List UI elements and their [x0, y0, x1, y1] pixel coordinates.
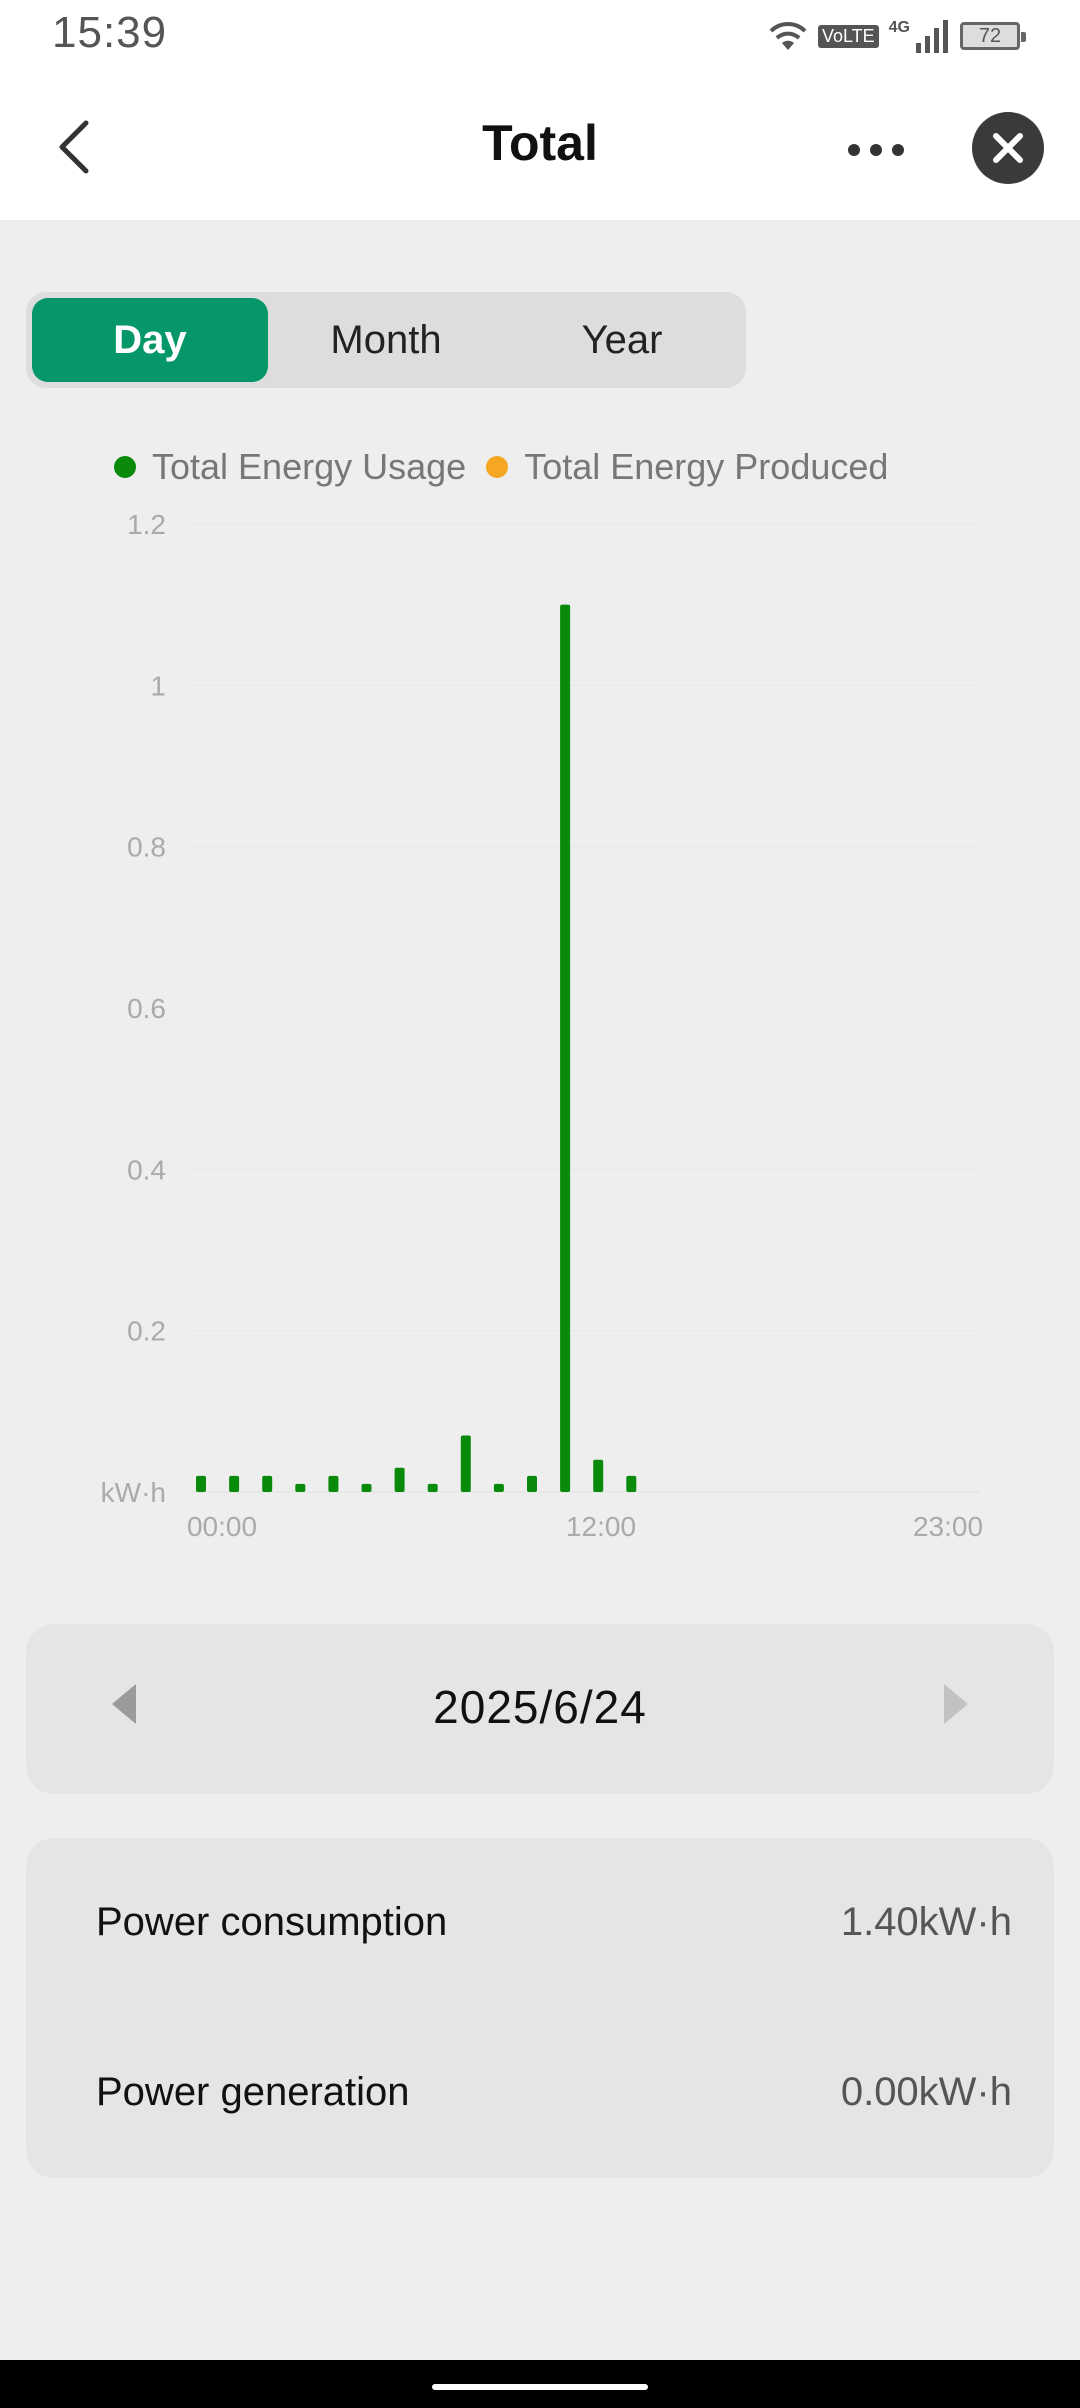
y-tick-label: 0.6 [127, 993, 166, 1024]
stat-row-generation: Power generation 0.00kW·h [96, 2052, 1012, 2132]
usage-bar [361, 1483, 372, 1492]
x-tick-label: 00:00 [187, 1511, 257, 1542]
usage-bar [229, 1475, 240, 1492]
more-dot-icon [870, 144, 882, 156]
y-unit-label: kW·h [101, 1477, 166, 1508]
usage-bar [527, 1475, 537, 1492]
tab-year[interactable]: Year [504, 298, 740, 382]
status-icons: VoLTE 4G 72 [768, 14, 1026, 58]
usage-bar [394, 1467, 405, 1492]
stat-value: 1.40kW·h [840, 1899, 1012, 1944]
energy-stats: Power consumption 1.40kW·h Power generat… [26, 1838, 1054, 2178]
battery-level: 72 [978, 24, 1002, 47]
home-handle[interactable] [432, 2384, 648, 2390]
legend-usage-label: Total Energy Usage [152, 446, 467, 487]
y-tick-label: 1 [150, 670, 166, 701]
signal-icon [916, 20, 948, 53]
usage-bar [460, 1435, 471, 1492]
usage-bar [626, 1475, 637, 1492]
more-dot-icon [892, 144, 904, 156]
legend-item-usage[interactable]: Total Energy Usage [114, 446, 466, 488]
legend-produced-label: Total Energy Produced [524, 446, 889, 487]
stat-label: Power generation [96, 2069, 410, 2114]
stat-label: Power consumption [96, 1899, 448, 1944]
next-date-button[interactable] [944, 1684, 968, 1724]
x-tick-label: 12:00 [566, 1511, 636, 1542]
y-tick-label: 0.4 [127, 1154, 166, 1185]
status-bar: 15:39 VoLTE 4G 72 [0, 0, 1080, 72]
usage-bar [560, 604, 571, 1492]
tab-day[interactable]: Day [32, 298, 268, 382]
usage-bar [262, 1475, 273, 1492]
usage-bar [295, 1483, 306, 1492]
usage-bar [493, 1483, 504, 1492]
usage-bar [328, 1475, 339, 1492]
usage-bar [196, 1475, 206, 1492]
legend-produced-dot [486, 456, 509, 478]
legend-item-produced[interactable]: Total Energy Produced [486, 446, 888, 488]
y-tick-label: 0.8 [127, 832, 166, 863]
wifi-icon [769, 21, 807, 50]
tab-month[interactable]: Month [268, 298, 504, 382]
more-dot-icon [848, 144, 860, 156]
stat-value: 0.00kW·h [840, 2069, 1012, 2114]
stat-row-consumption: Power consumption 1.40kW·h [96, 1882, 1012, 1962]
battery-icon: 72 [960, 22, 1026, 50]
status-time: 15:39 [52, 8, 168, 57]
x-tick-label: 23:00 [913, 1511, 983, 1542]
usage-bar [593, 1459, 604, 1492]
y-tick-label: 0.2 [127, 1316, 166, 1347]
page-title: Total [482, 115, 598, 171]
date-navigator: 2025/6/24 [26, 1624, 1054, 1794]
current-date: 2025/6/24 [433, 1681, 647, 1733]
usage-bar [427, 1483, 438, 1492]
energy-chart: 1.2 1 0.8 0.6 0.4 0.2 kW·h 00:00 12:00 23:00 [101, 509, 983, 1542]
header: Total [0, 72, 1080, 220]
chart-legend: Total Energy Usage Total Energy Produced [114, 446, 908, 488]
volte-badge: VoLTE [817, 24, 879, 48]
period-tabs: Day Month Year [26, 292, 746, 388]
close-button[interactable] [972, 112, 1044, 184]
network-type: 4G [888, 19, 910, 36]
system-nav-bar [0, 2360, 1080, 2408]
more-options-button[interactable] [848, 130, 904, 170]
y-tick-label: 1.2 [127, 509, 166, 540]
close-icon [993, 133, 1023, 163]
legend-usage-dot [114, 456, 136, 478]
